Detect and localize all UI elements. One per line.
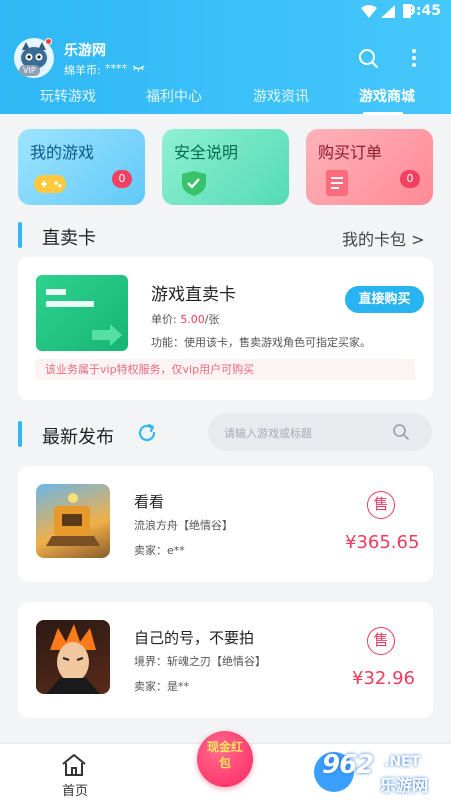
- gamepad-icon: [34, 175, 66, 193]
- nav-home-label[interactable]: 首页: [62, 780, 88, 799]
- listing-search-input[interactable]: 请输入游戏或标题: [208, 413, 432, 451]
- latest-section-title: 最新发布: [42, 427, 114, 448]
- security-info-card[interactable]: 安全说明: [162, 129, 289, 205]
- purchase-orders-card[interactable]: 购买订单 0: [306, 129, 433, 205]
- home-icon[interactable]: [60, 752, 88, 778]
- product-title: 游戏直卖卡: [151, 285, 236, 305]
- game-art-icon: [46, 493, 100, 546]
- vip-badge: VIP: [19, 65, 40, 76]
- direct-card-image: [36, 275, 128, 351]
- price-label: 单价:: [151, 313, 177, 326]
- sale-badge: 售: [367, 491, 395, 519]
- tab-game-news[interactable]: 游戏资讯: [253, 86, 309, 106]
- search-icon[interactable]: [392, 423, 410, 441]
- coin-value: ****: [105, 62, 127, 75]
- eye-closed-icon[interactable]: [132, 63, 145, 73]
- site-watermark: 962 .NET 乐游网: [312, 748, 448, 796]
- tab-game-mall[interactable]: 游戏商城: [359, 86, 415, 106]
- search-icon[interactable]: [357, 47, 379, 69]
- tab-play-games[interactable]: 玩转游戏: [40, 86, 96, 106]
- my-games-card[interactable]: 我的游戏 0: [18, 129, 145, 205]
- active-tab-indicator: [363, 112, 403, 115]
- card-title: 购买订单: [318, 143, 383, 162]
- price-unit: /张: [204, 313, 220, 326]
- function-description: 功能：使用该卡，售卖游戏角色可指定买家。: [151, 336, 371, 349]
- vip-notice: 该业务属于vip特权服务，仅vip用户可购买: [35, 359, 415, 380]
- cash-redpacket-button[interactable]: 现金红包: [197, 731, 253, 787]
- listing-game: 流浪方舟【绝情谷】: [134, 519, 233, 532]
- listing-seller: 卖家：e**: [134, 544, 185, 557]
- app-name: 乐游网: [64, 43, 106, 59]
- search-placeholder: 请输入游戏或标题: [224, 427, 312, 440]
- section-accent-bar: [18, 421, 22, 447]
- listing-seller: 卖家：是**: [134, 680, 189, 693]
- status-time: 9:45: [406, 3, 441, 19]
- card-illustration-icon: [46, 289, 122, 346]
- coin-label: 绵羊币:: [64, 64, 101, 77]
- buy-now-button[interactable]: 直接购买: [345, 286, 424, 313]
- shield-icon: [182, 171, 206, 196]
- wifi-icon: [361, 5, 377, 18]
- listing-title: 自己的号，不要拍: [134, 629, 255, 647]
- order-icon: [326, 170, 348, 196]
- sale-badge: 售: [367, 627, 395, 655]
- game-thumbnail: [36, 620, 110, 694]
- count-badge: 0: [112, 170, 132, 188]
- redpacket-label: 现金红包: [206, 740, 243, 770]
- section-accent-bar: [18, 222, 22, 248]
- direct-card-section-title: 直卖卡: [42, 228, 96, 249]
- notification-dot: [45, 38, 52, 45]
- my-card-wallet-link[interactable]: 我的卡包 >: [342, 226, 425, 250]
- count-badge: 0: [400, 170, 420, 188]
- more-vertical-icon[interactable]: [404, 46, 424, 70]
- card-title: 安全说明: [174, 143, 239, 162]
- status-bar: 9:45: [0, 0, 451, 24]
- signal-icon: [381, 5, 395, 18]
- tab-welfare-center[interactable]: 福利中心: [146, 86, 202, 106]
- header: 9:45 VIP 乐游网 绵羊币: **** 玩转游戏 福利中心 游戏资讯 游戏…: [0, 0, 451, 115]
- listing-price: ¥32.96: [352, 668, 415, 689]
- watermark-number: 962: [322, 750, 374, 780]
- listing-title: 看看: [134, 493, 165, 511]
- game-art-icon: [46, 624, 100, 694]
- top-tabs: 玩转游戏 福利中心 游戏资讯 游戏商城: [0, 84, 451, 115]
- listing-price: ¥365.65: [345, 532, 420, 553]
- listing-game: 境界：斩魂之刃【绝情谷】: [134, 655, 266, 668]
- refresh-icon[interactable]: [136, 422, 158, 444]
- price-line: 单价: 5.00/张: [151, 311, 219, 327]
- watermark-net: .NET: [384, 754, 421, 770]
- game-thumbnail: [36, 484, 110, 558]
- watermark-site: 乐游网: [380, 776, 429, 795]
- price-value: 5.00: [180, 313, 205, 326]
- card-title: 我的游戏: [30, 143, 95, 162]
